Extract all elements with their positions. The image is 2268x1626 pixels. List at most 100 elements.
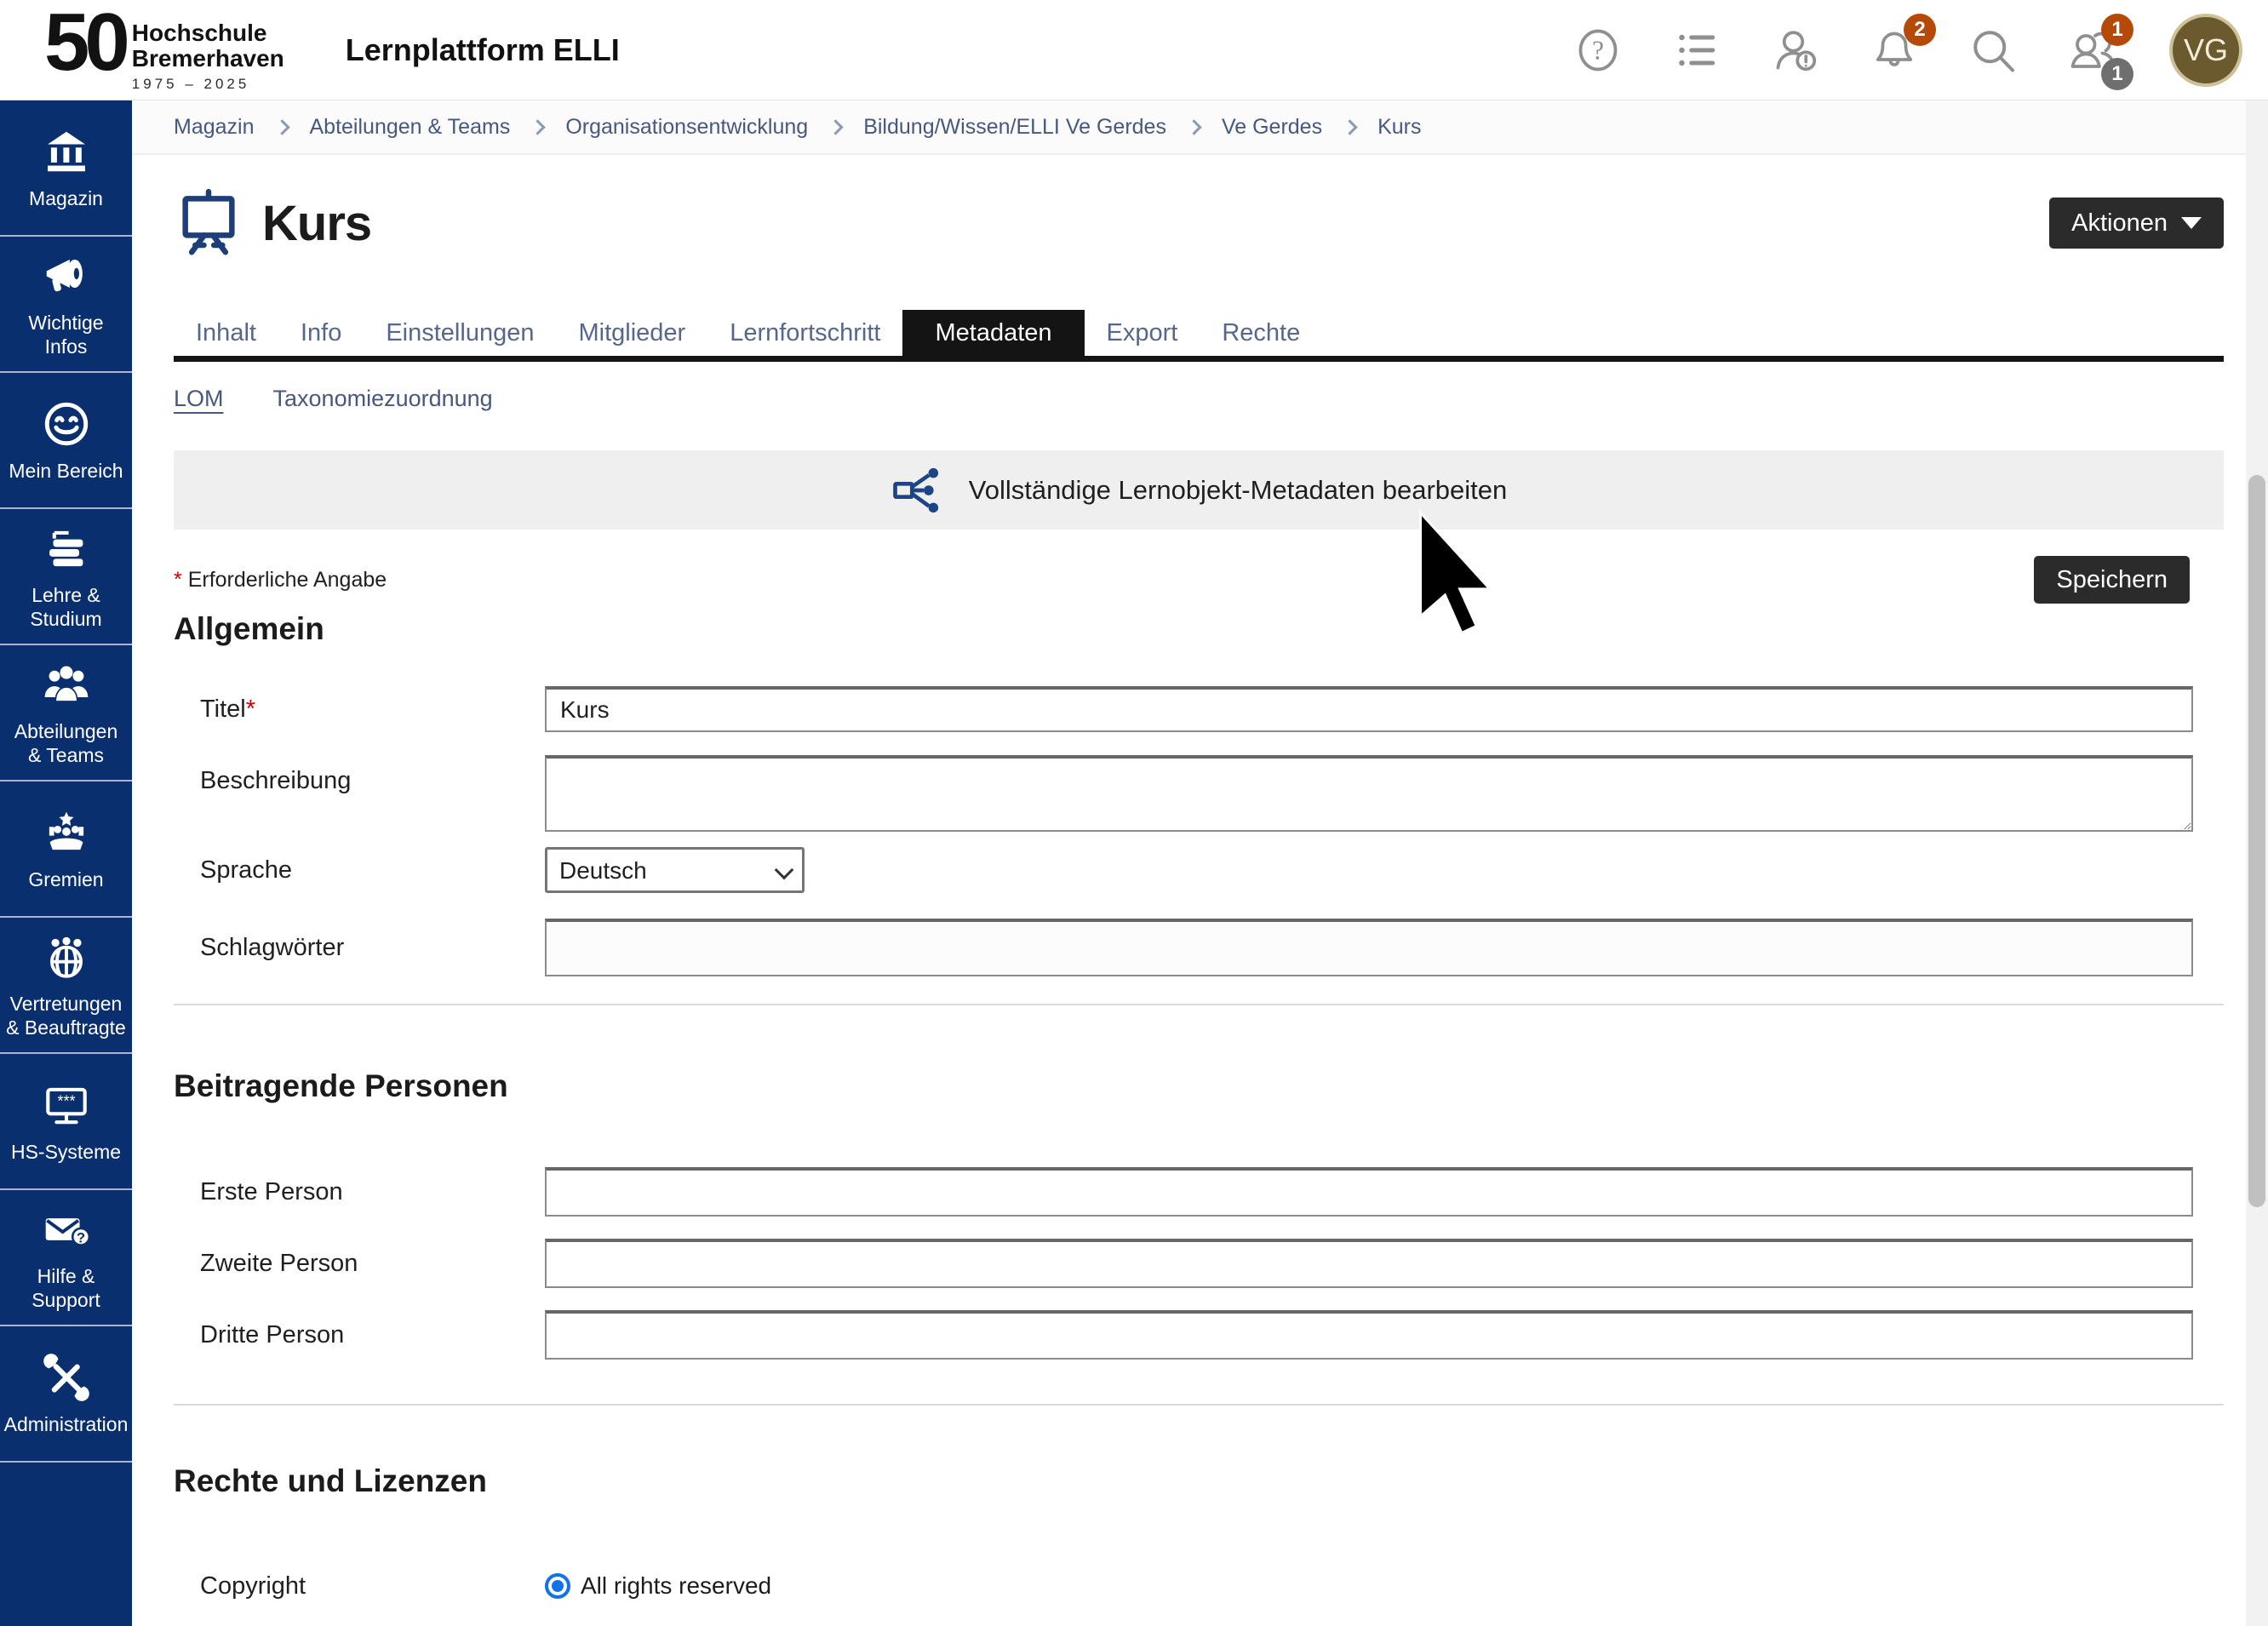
- share-nodes-icon: [891, 462, 947, 518]
- sidebar-item-label: Wichtige Infos: [5, 311, 127, 358]
- app-window: 50 Hochschule Bremerhaven 1975 – 2025 Le…: [0, 0, 2268, 1626]
- schlagwoerter-input[interactable]: [545, 919, 2193, 976]
- sidebar-item-lehre-studium[interactable]: Abteilungen & Teams Lehre & Studium: [0, 509, 132, 645]
- mail-question-icon: ?: [40, 1203, 93, 1256]
- breadcrumb-item[interactable]: Ve Gerdes: [1222, 115, 1322, 140]
- zweite-person-label: Zweite Person: [200, 1250, 545, 1278]
- section-beitragende-heading: Beitragende Personen: [174, 1068, 2224, 1104]
- title-bar: Kurs Aktionen: [174, 187, 2224, 259]
- titel-input[interactable]: [545, 686, 2193, 732]
- section-divider: [174, 1404, 2224, 1406]
- logo-50: 50: [44, 7, 125, 78]
- sidebar-item-hs-systeme[interactable]: *** HS-Systeme: [0, 1054, 132, 1190]
- erste-person-label: Erste Person: [200, 1178, 545, 1206]
- chevron-right-icon: [530, 119, 546, 135]
- notifications-button[interactable]: 2: [1868, 24, 1921, 77]
- tab-export[interactable]: Export: [1085, 310, 1200, 356]
- search-button[interactable]: [1967, 24, 2019, 77]
- breadcrumb-item[interactable]: Organisationsentwicklung: [565, 115, 808, 140]
- tab-bar: Inhalt Info Einstellungen Mitglieder Ler…: [174, 310, 2224, 362]
- megaphone-icon: [40, 249, 93, 302]
- sidebar-item-label: Hilfe & Support: [5, 1264, 127, 1312]
- sidebar-item-label: Vertretungen & Beauftragte: [5, 992, 127, 1039]
- schlagwoerter-label: Schlagwörter: [200, 934, 545, 962]
- sidebar-item-hilfe-support[interactable]: ? Hilfe & Support: [0, 1190, 132, 1326]
- subtab-taxonomiezuordnung[interactable]: Taxonomiezuordnung: [273, 386, 493, 412]
- zweite-person-input[interactable]: [545, 1239, 2193, 1288]
- breadcrumb-item[interactable]: Magazin: [174, 115, 255, 140]
- sidebar-item-label: Gremien: [28, 867, 103, 891]
- group-icon: [40, 658, 93, 711]
- banner-label: Vollständige Lernobjekt-Metadaten bearbe…: [969, 475, 1508, 506]
- sidebar-item-wichtige-infos[interactable]: Wichtige Infos: [0, 237, 132, 373]
- sprache-label: Sprache: [200, 856, 545, 885]
- beschreibung-textarea[interactable]: [545, 755, 2193, 832]
- chevron-right-icon: [1342, 119, 1357, 135]
- logo-years: 1975 – 2025: [132, 76, 284, 93]
- monitor-icon: ***: [40, 1079, 93, 1131]
- svg-text:?: ?: [76, 1229, 84, 1245]
- tab-inhalt[interactable]: Inhalt: [174, 310, 278, 356]
- edit-full-metadata-banner[interactable]: Vollständige Lernobjekt-Metadaten bearbe…: [174, 450, 2224, 530]
- smiley-icon: [40, 398, 93, 450]
- main-sidebar: Magazin Wichtige Infos Mein Bereich Abte…: [0, 100, 132, 1626]
- sprache-select[interactable]: Deutsch: [545, 847, 805, 893]
- chevron-right-icon: [274, 119, 289, 135]
- user-alert-icon: [1770, 25, 1821, 76]
- titel-row: Titel*: [174, 686, 2224, 732]
- scrollbar-track[interactable]: [2246, 100, 2268, 1626]
- search-icon: [1967, 25, 2019, 76]
- copyright-option-label: All rights reserved: [581, 1572, 771, 1600]
- sidebar-item-vertretungen-beauftragte[interactable]: Vertretungen & Beauftragte: [0, 918, 132, 1054]
- titel-label: Titel*: [200, 696, 545, 724]
- page-title: Kurs: [262, 195, 371, 252]
- dritte-person-input[interactable]: [545, 1310, 2193, 1360]
- bank-icon: [40, 125, 93, 178]
- erste-person-input[interactable]: [545, 1167, 2193, 1217]
- copyright-option[interactable]: All rights reserved: [545, 1572, 771, 1600]
- tab-metadaten[interactable]: Metadaten: [902, 310, 1084, 356]
- copyright-label: Copyright: [200, 1572, 545, 1600]
- copyright-radio[interactable]: [545, 1573, 570, 1599]
- sidebar-item-mein-bereich[interactable]: Mein Bereich: [0, 373, 132, 509]
- zweite-person-row: Zweite Person: [174, 1239, 2224, 1288]
- sidebar-item-label: Lehre & Studium: [5, 583, 127, 631]
- top-header: 50 Hochschule Bremerhaven 1975 – 2025 Le…: [0, 0, 2268, 100]
- breadcrumb-item[interactable]: Abteilungen & Teams: [310, 115, 511, 140]
- tab-einstellungen[interactable]: Einstellungen: [364, 310, 556, 356]
- aktionen-button[interactable]: Aktionen: [2049, 198, 2224, 249]
- sidebar-item-abteilungen-teams[interactable]: Abteilungen & Teams: [0, 645, 132, 782]
- hochschule-bremerhaven-logo[interactable]: 50 Hochschule Bremerhaven 1975 – 2025: [44, 7, 284, 92]
- app-title: Lernplattform ELLI: [346, 32, 620, 68]
- contacts-button[interactable]: 1 1: [2065, 24, 2118, 77]
- tab-rechte[interactable]: Rechte: [1200, 310, 1322, 356]
- scrollbar-thumb[interactable]: [2248, 475, 2265, 1207]
- breadcrumb-item[interactable]: Kurs: [1377, 115, 1421, 140]
- sidebar-item-label: Administration: [4, 1412, 129, 1436]
- list-icon: [1671, 25, 1722, 76]
- form-actions-row: * Erforderliche Angabe Speichern: [174, 555, 2190, 604]
- chevron-down-icon: [2181, 217, 2202, 229]
- tab-info[interactable]: Info: [278, 310, 364, 356]
- svg-text:?: ?: [1592, 35, 1604, 65]
- sidebar-item-administration[interactable]: Administration: [0, 1326, 132, 1463]
- main-menu-button[interactable]: [1670, 24, 1723, 77]
- tab-lernfortschritt[interactable]: Lernfortschritt: [707, 310, 902, 356]
- user-avatar[interactable]: VG: [2169, 14, 2242, 87]
- chevron-right-icon: [828, 119, 844, 135]
- speichern-button[interactable]: Speichern: [2034, 556, 2190, 604]
- sprache-row: Sprache Deutsch: [174, 847, 2224, 893]
- tab-mitglieder[interactable]: Mitglieder: [556, 310, 707, 356]
- section-rechte-heading: Rechte und Lizenzen: [174, 1463, 2224, 1499]
- help-button[interactable]: ?: [1572, 24, 1624, 77]
- section-allgemein-heading: Allgemein: [174, 611, 2224, 647]
- breadcrumb-item[interactable]: Bildung/Wissen/ELLI Ve Gerdes: [863, 115, 1166, 140]
- sidebar-item-gremien[interactable]: Gremien: [0, 782, 132, 918]
- subtab-lom[interactable]: LOM: [174, 386, 224, 412]
- sidebar-item-magazin[interactable]: Magazin: [0, 100, 132, 237]
- chevron-right-icon: [1186, 119, 1201, 135]
- notifications-badge: 2: [1904, 14, 1936, 46]
- dritte-person-row: Dritte Person: [174, 1310, 2224, 1360]
- user-status-button[interactable]: [1769, 24, 1822, 77]
- main-area: Magazin Abteilungen & Teams Organisation…: [132, 100, 2246, 1626]
